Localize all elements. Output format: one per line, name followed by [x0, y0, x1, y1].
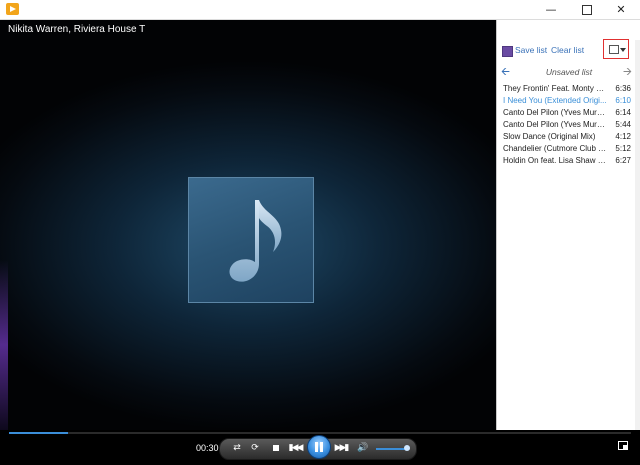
- track-title: Slow Dance (Original Mix): [503, 132, 596, 141]
- media-player-app-icon: [6, 3, 19, 15]
- track-row[interactable]: They Frontin' Feat. Monty Lu... 6:36: [503, 83, 631, 95]
- track-title: They Frontin' Feat. Monty Lu...: [503, 84, 607, 93]
- repeat-button[interactable]: ⟳: [248, 440, 262, 456]
- track-title: Holdin On feat. Lisa Shaw (...: [503, 156, 607, 165]
- chevron-down-icon: [620, 48, 626, 52]
- list-navigation: 🡨 Unsaved list 🡪: [497, 66, 640, 80]
- pause-icon-bar: [320, 442, 323, 452]
- volume-slider-handle[interactable]: [404, 445, 410, 451]
- playlist-toolbar: Save list Clear list: [497, 39, 640, 60]
- elapsed-time: 00:30: [196, 443, 219, 453]
- track-duration: 6:36: [615, 84, 631, 93]
- close-button[interactable]: ✕: [606, 0, 636, 19]
- track-title: Canto Del Pilon (Yves Mura...: [503, 108, 607, 117]
- previous-icon: ▮◀◀: [288, 443, 304, 453]
- track-list: They Frontin' Feat. Monty Lu... 6:36 I N…: [503, 83, 631, 167]
- stop-button[interactable]: [270, 440, 282, 456]
- title-bar: — ✕: [0, 0, 640, 20]
- clear-list-button[interactable]: Clear list: [551, 45, 584, 55]
- playlist-panel: Save list Clear list 🡨 Unsaved list 🡪 Th…: [496, 20, 640, 430]
- next-button[interactable]: ▶▶▮: [334, 440, 350, 456]
- list-options-button[interactable]: [603, 39, 629, 59]
- now-playing-title: Nikita Warren, Riviera House T: [8, 24, 146, 35]
- seek-progress: [9, 432, 68, 434]
- stop-icon: [273, 444, 279, 451]
- repeat-icon: ⟳: [251, 443, 259, 453]
- album-art-placeholder: [188, 177, 314, 303]
- playback-controls: 00:30 ⇄ ⟳ ▮◀◀ ▶▶▮ 🔊: [0, 430, 640, 465]
- track-duration: 6:27: [615, 156, 631, 165]
- volume-level: [376, 448, 407, 450]
- shuffle-icon: ⇄: [233, 443, 241, 453]
- track-row[interactable]: Canto Del Pilon (Yves Mura... 6:14: [503, 107, 631, 119]
- maximize-icon: [582, 5, 592, 15]
- track-duration: 5:44: [615, 120, 631, 129]
- seek-bar[interactable]: [9, 432, 631, 434]
- previous-button[interactable]: ▮◀◀: [288, 440, 304, 456]
- view-options-icon: [609, 45, 619, 54]
- track-duration: 6:14: [615, 108, 631, 117]
- forward-arrow-icon[interactable]: 🡪: [623, 66, 632, 78]
- desktop-edge-glow: [0, 260, 8, 430]
- save-list-button[interactable]: Save list: [515, 45, 547, 55]
- maximize-button[interactable]: [572, 0, 602, 19]
- next-icon: ▶▶▮: [334, 443, 350, 453]
- fullscreen-icon[interactable]: [618, 441, 628, 450]
- track-duration: 6:10: [615, 96, 631, 105]
- volume-icon: 🔊: [357, 443, 369, 453]
- track-duration: 5:12: [615, 144, 631, 153]
- pause-icon: [315, 442, 318, 452]
- track-row[interactable]: Slow Dance (Original Mix) 4:12: [503, 131, 631, 143]
- track-row[interactable]: Chandelier (Cutmore Club R... 5:12: [503, 143, 631, 155]
- track-duration: 4:12: [615, 132, 631, 141]
- track-row[interactable]: Canto Del Pilon (Yves Mura... 5:44: [503, 119, 631, 131]
- pause-button[interactable]: [307, 435, 331, 459]
- list-title: Unsaved list: [545, 67, 593, 77]
- track-title: Chandelier (Cutmore Club R...: [503, 144, 607, 153]
- track-row[interactable]: Holdin On feat. Lisa Shaw (... 6:27: [503, 155, 631, 167]
- track-title: I Need You (Extended Origi...: [503, 96, 607, 105]
- save-icon[interactable]: [502, 46, 513, 57]
- music-note-icon: [229, 200, 282, 282]
- track-row-active[interactable]: I Need You (Extended Origi... 6:10: [503, 95, 631, 107]
- mute-button[interactable]: 🔊: [356, 440, 370, 456]
- minimize-button[interactable]: —: [536, 0, 566, 19]
- shuffle-button[interactable]: ⇄: [230, 440, 244, 456]
- video-area[interactable]: Nikita Warren, Riviera House T: [0, 20, 496, 430]
- track-title: Canto Del Pilon (Yves Mura...: [503, 120, 607, 129]
- playlist-scrollbar[interactable]: [635, 40, 640, 430]
